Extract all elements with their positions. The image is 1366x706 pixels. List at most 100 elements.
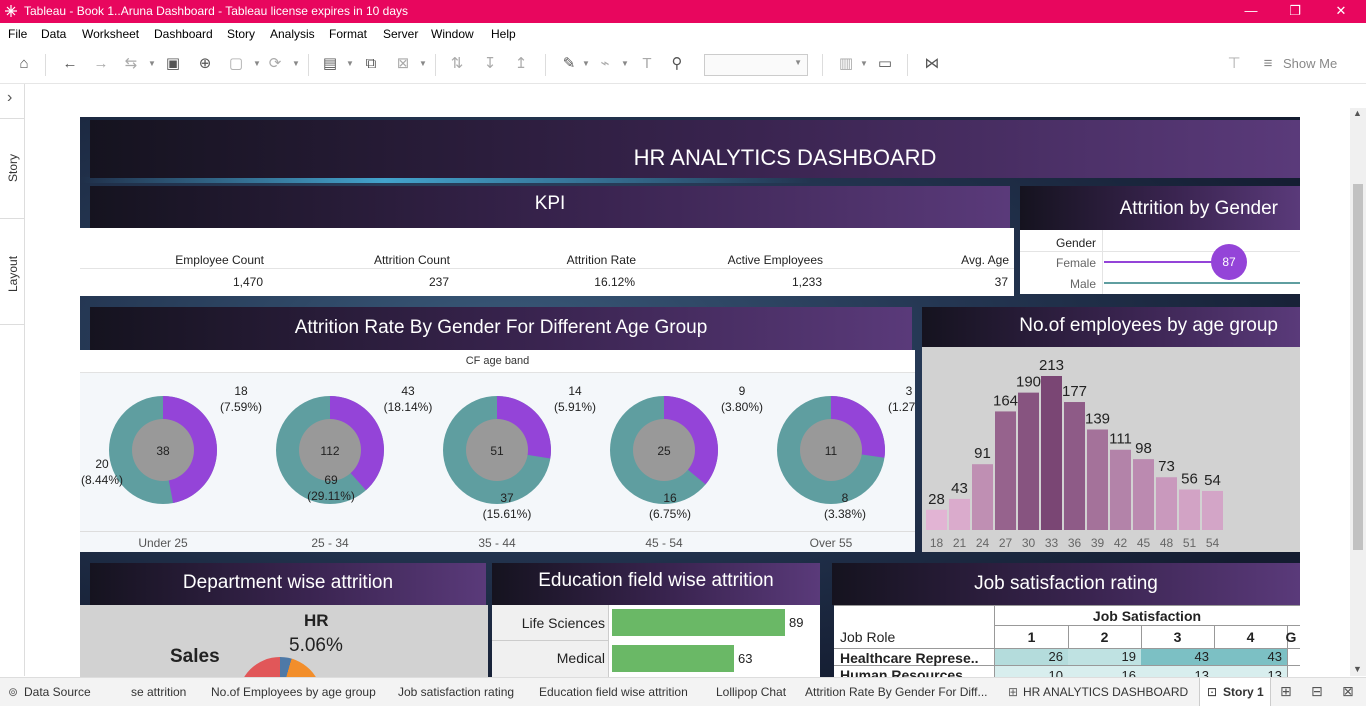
menu-worksheet[interactable]: Worksheet [82, 27, 139, 41]
age-bar-tick-label: 39 [1091, 536, 1105, 550]
tableau-logo-icon [5, 5, 17, 17]
job-col-label: 3 [1173, 629, 1182, 645]
kpi-band: KPI [90, 186, 1010, 228]
job-col-header: Job Satisfaction [1092, 608, 1202, 624]
age-bar-tick-label: 54 [1206, 536, 1220, 550]
save-icon[interactable]: ▣ [163, 54, 183, 74]
pin-icon[interactable]: ⚲ [667, 54, 687, 74]
job-cell[interactable]: 10 [995, 666, 1068, 677]
donut-male-count: 16 [663, 491, 677, 505]
gender-band: Attrition by Gender [1020, 186, 1300, 230]
presentation-icon[interactable]: ▭ [875, 54, 895, 74]
chevron-down-icon[interactable]: ▼ [346, 59, 354, 68]
menu-analysis[interactable]: Analysis [270, 27, 315, 41]
undo-icon[interactable]: ← [60, 54, 80, 74]
tab-education-field[interactable]: Education field wise attrition [539, 685, 688, 699]
swap-rows-icon[interactable]: ⇅ [447, 54, 467, 74]
menu-help[interactable]: Help [491, 27, 516, 41]
expand-icon[interactable]: › [7, 89, 12, 107]
job-cell[interactable]: 16 [1068, 666, 1141, 677]
job-col-label: 1 [1027, 629, 1036, 645]
kpi-value-attrition-rate: 16.12% [594, 275, 635, 289]
new-datasource-icon[interactable]: ⊕ [195, 54, 215, 74]
pause-datasource-icon[interactable]: ▢ [226, 54, 246, 74]
show-me-icon[interactable]: ≡ [1258, 54, 1278, 74]
job-cell[interactable]: 13 [1141, 666, 1214, 677]
duplicate-icon[interactable]: ⧉ [361, 54, 381, 74]
sort-asc-icon[interactable]: ↧ [480, 54, 500, 74]
tab-employees-by-age[interactable]: No.of Employees by age group [211, 685, 376, 699]
new-dashboard-tab-icon[interactable]: ⊟ [1311, 683, 1323, 700]
highlight-icon[interactable]: ✎ [559, 54, 579, 74]
tab-hr-dashboard[interactable]: HR ANALYTICS DASHBOARD [1023, 685, 1188, 699]
refresh-icon[interactable]: ⟳ [265, 54, 285, 74]
story-tab[interactable]: Story [6, 154, 20, 182]
menu-file[interactable]: File [8, 27, 27, 41]
home-icon[interactable]: ⌂ [14, 54, 34, 74]
paint-icon[interactable]: ⊤ [1224, 54, 1244, 74]
menu-dashboard[interactable]: Dashboard [154, 27, 213, 41]
chevron-down-icon[interactable]: ▼ [582, 59, 590, 68]
scroll-down-icon[interactable]: ▼ [1353, 664, 1362, 674]
new-story-tab-icon[interactable]: ⊠ [1342, 683, 1354, 700]
show-me-button[interactable]: Show Me [1283, 56, 1337, 71]
edu-bar-value: 63 [738, 651, 753, 666]
chevron-down-icon[interactable]: ▼ [292, 59, 300, 68]
dept-hr-label: HR [304, 611, 329, 630]
tab-lollipop-chat[interactable]: Lollipop Chat [716, 685, 786, 699]
chevron-down-icon[interactable]: ▼ [148, 59, 156, 68]
female-lollipop-head[interactable]: 87 [1211, 244, 1247, 280]
age-bar-band: No.of employees by age group [922, 307, 1300, 347]
menu-format[interactable]: Format [329, 27, 367, 41]
layout-tab[interactable]: Layout [6, 256, 20, 292]
tab-attrition[interactable]: se attrition [131, 685, 186, 699]
chevron-down-icon[interactable]: ▼ [621, 59, 629, 68]
chevron-down-icon[interactable]: ▼ [253, 59, 261, 68]
fit-dropdown[interactable]: ▼ [704, 54, 808, 76]
tab-story-1[interactable]: Story 1 [1223, 685, 1264, 699]
menu-story[interactable]: Story [227, 27, 255, 41]
edu-bar-medical[interactable] [612, 645, 734, 672]
redo-icon[interactable]: → [91, 54, 111, 74]
age-bar-value: 164 [993, 392, 1018, 409]
age-bar-tick-label: 45 [1137, 536, 1151, 550]
card-icon[interactable]: ▥ [836, 54, 856, 74]
vertical-scrollbar[interactable]: ▲ ▼ [1350, 108, 1366, 676]
close-button[interactable]: ✕ [1331, 2, 1351, 20]
new-worksheet-icon[interactable]: ▤ [320, 54, 340, 74]
attach-icon[interactable]: ⌁ [595, 54, 615, 74]
job-cell[interactable]: 26 [995, 649, 1068, 665]
tab-attrition-rate-age[interactable]: Attrition Rate By Gender For Diff... [805, 685, 988, 699]
menu-server[interactable]: Server [383, 27, 418, 41]
job-cell[interactable]: 43 [1214, 649, 1287, 665]
tab-data-source[interactable]: Data Source [24, 685, 91, 699]
menu-data[interactable]: Data [41, 27, 66, 41]
job-cell[interactable]: 43 [1141, 649, 1214, 665]
scroll-up-icon[interactable]: ▲ [1353, 108, 1362, 118]
donut-center-value: 11 [825, 444, 838, 458]
clear-sheet-icon[interactable]: ⊠ [393, 54, 413, 74]
minimize-button[interactable]: — [1241, 2, 1261, 20]
age-bar-value: 73 [1158, 458, 1175, 475]
job-cell[interactable]: 19 [1068, 649, 1141, 665]
chevron-down-icon[interactable]: ▼ [860, 59, 868, 68]
job-cell[interactable]: 13 [1214, 666, 1287, 677]
edu-bar-life-sciences[interactable] [612, 609, 785, 636]
age-bar-value: 98 [1135, 440, 1152, 457]
dashboard-title-band: HR ANALYTICS DASHBOARD [90, 120, 1300, 178]
age-bar-tick-label: 21 [953, 536, 967, 550]
dept-pie[interactable] [238, 657, 322, 677]
donut-center-value: 25 [657, 444, 671, 458]
menu-window[interactable]: Window [431, 27, 474, 41]
donut-female-count: 14 [568, 384, 582, 398]
swap-icon[interactable]: ⇆ [121, 54, 141, 74]
share-icon[interactable]: ⋈ [922, 54, 942, 74]
tab-job-satisfaction[interactable]: Job satisfaction rating [398, 685, 514, 699]
sort-desc-icon[interactable]: ↥ [511, 54, 531, 74]
chevron-down-icon[interactable]: ▼ [419, 59, 427, 68]
text-icon[interactable]: T [637, 54, 657, 74]
maximize-button[interactable]: ❐ [1285, 2, 1305, 20]
scroll-thumb[interactable] [1353, 184, 1363, 550]
new-worksheet-tab-icon[interactable]: ⊞ [1280, 683, 1292, 700]
age-bar [926, 509, 947, 530]
